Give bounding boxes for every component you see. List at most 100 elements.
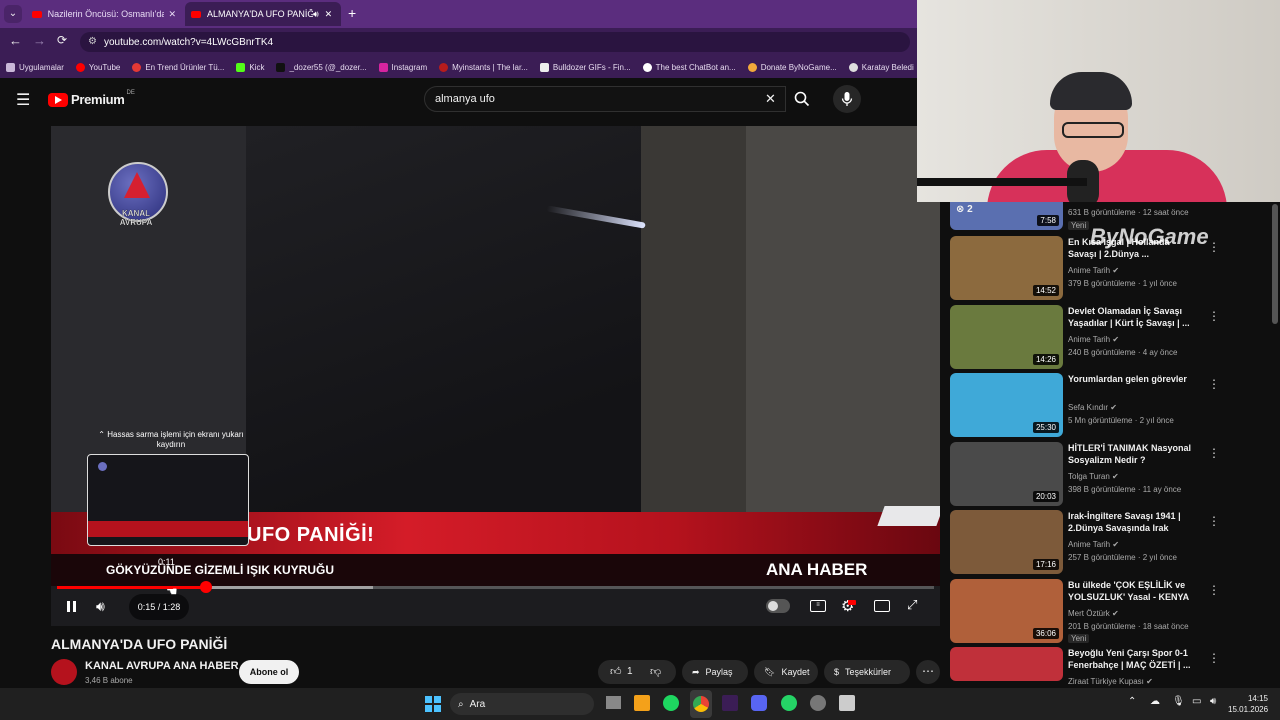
- back-icon[interactable]: ←: [9, 33, 22, 48]
- more-options-icon[interactable]: ⋮: [1208, 514, 1220, 528]
- notepad-icon[interactable]: [839, 695, 855, 711]
- close-icon[interactable]: ✕: [168, 9, 176, 20]
- bookmark-donate[interactable]: Donate ByNoGame...: [742, 62, 843, 72]
- more-options-icon[interactable]: ⋮: [1208, 651, 1220, 665]
- more-options-icon[interactable]: ⋮: [1208, 309, 1220, 323]
- new-tab-button[interactable]: +: [348, 5, 356, 21]
- taskbar-search[interactable]: ⌕ Ara: [450, 693, 594, 715]
- bookmark-bulldozer[interactable]: Bulldozer GIFs - Fin...: [534, 62, 637, 72]
- progress-track[interactable]: [57, 581, 934, 593]
- channel-name[interactable]: Sefa Kındır ✔: [1068, 403, 1117, 412]
- like-icon[interactable]: 👍︎: [610, 665, 622, 678]
- bookmark-kick[interactable]: Kick: [230, 62, 270, 72]
- volume-tray-icon[interactable]: 🔊︎: [1210, 696, 1216, 707]
- video-meta: 398 B görüntüleme · 11 ay önce: [1068, 485, 1182, 494]
- more-options-icon[interactable]: ⋮: [1208, 583, 1220, 597]
- reload-icon[interactable]: ⟳: [57, 33, 67, 47]
- fullscreen-icon[interactable]: ⤢: [907, 597, 917, 613]
- hd-badge: [848, 600, 856, 605]
- more-options-icon[interactable]: ⋮: [1208, 377, 1220, 391]
- kick-icon: [236, 62, 246, 72]
- scrubber-handle[interactable]: [200, 581, 212, 593]
- video-title[interactable]: Bu ülkede 'ÇOK EŞLİLİK ve YOLSUZLUK' Yas…: [1068, 579, 1198, 603]
- task-view-icon[interactable]: [606, 696, 621, 709]
- discord-icon[interactable]: [751, 695, 767, 711]
- theater-mode-icon[interactable]: [874, 600, 890, 612]
- subtitles-icon[interactable]: ≡: [810, 600, 826, 612]
- file-explorer-icon[interactable]: [634, 695, 650, 711]
- sidebar-scrollbar[interactable]: [1272, 204, 1278, 324]
- channel-name[interactable]: Mert Öztürk ✔: [1068, 609, 1119, 618]
- bookmark-karatay[interactable]: Karatay Beledi: [843, 62, 920, 72]
- channel-avatar[interactable]: [51, 659, 77, 685]
- video-title[interactable]: Beyoğlu Yeni Çarşı Spor 0-1 Fenerbahçe |…: [1068, 647, 1198, 671]
- subscribe-button[interactable]: Abone ol: [239, 660, 299, 684]
- video-meta: 257 B görüntüleme · 2 yıl önce: [1068, 553, 1177, 562]
- pause-button[interactable]: [65, 600, 79, 614]
- volume-icon[interactable]: 🔊︎: [96, 598, 105, 615]
- more-actions-icon[interactable]: ⋯: [916, 660, 940, 684]
- preview-banner: [88, 521, 248, 537]
- close-icon[interactable]: ✕: [325, 9, 333, 20]
- obs-icon[interactable]: [810, 695, 826, 711]
- bookmark-instagram[interactable]: Instagram: [373, 62, 434, 72]
- search-button[interactable]: [786, 86, 818, 112]
- tab-active[interactable]: ALMANYA'DA UFO PANİĞİ 🔊︎ ✕: [185, 2, 341, 26]
- forward-icon[interactable]: →: [33, 33, 46, 48]
- video-title[interactable]: HİTLER'İ TANIMAK Nasyonal Sosyalizm Nedi…: [1068, 442, 1198, 466]
- recommendation-item[interactable]: 25:30 Yorumlardan gelen görevler Sefa Kınd…: [950, 373, 1270, 437]
- video-player[interactable]: KANAL AVRUPA UFO PANİĞİ! GÖKYÜZÜNDE GİZE…: [51, 126, 940, 626]
- person-cap: [1050, 72, 1132, 110]
- channel-name[interactable]: KANAL AVRUPA ANA HABER: [85, 660, 239, 672]
- search-input[interactable]: almanya ufo ✕: [424, 86, 786, 112]
- channel-name[interactable]: Tolga Turan ✔: [1068, 472, 1119, 481]
- menu-icon[interactable]: ☰: [16, 90, 30, 110]
- url-field[interactable]: ⚙ youtube.com/watch?v=4LWcGBnrTK4: [80, 32, 910, 52]
- recommendation-item[interactable]: 36:06 Bu ülkede 'ÇOK EŞLİLİK ve YOLSUZLUK…: [950, 579, 1270, 643]
- spotify-icon[interactable]: [663, 695, 679, 711]
- chrome-taskbar-button[interactable]: [690, 690, 712, 718]
- preview-logo: [98, 462, 107, 471]
- bookmark-myinstants[interactable]: Myinstants | The lar...: [433, 62, 534, 72]
- bookmark-apps[interactable]: Uygulamalar: [0, 62, 70, 72]
- thanks-button[interactable]: $ Teşekkürler: [824, 660, 910, 684]
- tab-inactive[interactable]: Nazilerin Öncüsü: Osmanlı'da Y ✕: [26, 2, 182, 26]
- channel-name[interactable]: Anime Tarih ✔: [1068, 335, 1119, 344]
- voice-search-button[interactable]: [833, 85, 861, 113]
- windows-start-icon[interactable]: [425, 696, 441, 712]
- more-options-icon[interactable]: ⋮: [1208, 446, 1220, 460]
- bookmark-icon: [132, 62, 142, 72]
- speaker-icon[interactable]: 🔊︎: [313, 9, 319, 20]
- video-meta: 201 B görüntüleme · 18 saat önce: [1068, 622, 1189, 631]
- clock[interactable]: 14:15 15.01.2026: [1228, 693, 1268, 715]
- site-info-icon[interactable]: ⚙: [88, 36, 97, 47]
- video-title[interactable]: Devlet Olamadan İç Savaşı Yaşadılar | Kü…: [1068, 305, 1198, 329]
- app-icon[interactable]: [722, 695, 738, 711]
- channel-name[interactable]: Ziraat Türkiye Kupası ✔: [1068, 677, 1153, 686]
- video-title[interactable]: Irak-İngiltere Savaşı 1941 | 2.Dünya Sav…: [1068, 510, 1198, 534]
- share-button[interactable]: ➦ Paylaş: [682, 660, 748, 684]
- channel-name[interactable]: Anime Tarih ✔: [1068, 266, 1119, 275]
- microphone-tray-icon[interactable]: 🎙︎: [1172, 696, 1185, 707]
- channel-name[interactable]: Anime Tarih ✔: [1068, 540, 1119, 549]
- bookmark-chatbot[interactable]: The best ChatBot an...: [637, 62, 742, 72]
- youtube-logo[interactable]: Premium DE: [48, 90, 135, 107]
- clear-search-icon[interactable]: ✕: [765, 91, 776, 107]
- autoplay-toggle[interactable]: [766, 599, 790, 613]
- bookmark-tiktok[interactable]: _dozer55 (@_dozer...: [270, 62, 372, 72]
- tab-search-button[interactable]: ⌄: [4, 5, 22, 23]
- recommendation-item[interactable]: 14:26 Devlet Olamadan İç Savaşı Yaşadılar…: [950, 305, 1270, 369]
- recommendation-item[interactable]: 17:16 Irak-İngiltere Savaşı 1941 | 2.Düny…: [950, 510, 1270, 574]
- scene-building: [641, 126, 746, 516]
- recommendation-item[interactable]: 20:03 HİTLER'İ TANIMAK Nasyonal Sosyalizm…: [950, 442, 1270, 506]
- tray-chevron-icon[interactable]: ⌃: [1128, 696, 1136, 707]
- network-icon[interactable]: ▭: [1192, 696, 1201, 707]
- dislike-icon[interactable]: 👎︎: [650, 665, 661, 678]
- video-title[interactable]: Yorumlardan gelen görevler: [1068, 373, 1198, 385]
- cloud-icon[interactable]: ☁: [1150, 696, 1160, 707]
- more-options-icon[interactable]: ⋮: [1208, 240, 1220, 254]
- bookmark-youtube[interactable]: YouTube: [70, 62, 126, 72]
- save-button[interactable]: 🔖︎ Kaydet: [754, 660, 818, 684]
- bookmark-trend[interactable]: En Trend Ürünler Tü...: [126, 62, 230, 72]
- whatsapp-icon[interactable]: [781, 695, 797, 711]
